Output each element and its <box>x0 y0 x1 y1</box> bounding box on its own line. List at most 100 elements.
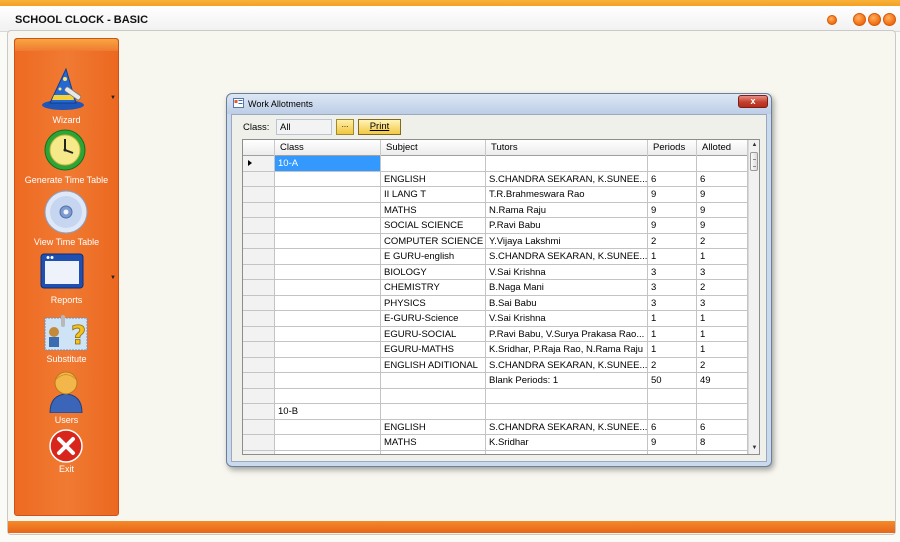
cell-alloted[interactable]: 1 <box>697 342 748 358</box>
table-row[interactable] <box>243 388 748 404</box>
cell-subject[interactable]: PHYSICS <box>381 295 486 311</box>
cell-alloted[interactable]: 9 <box>697 187 748 203</box>
row-header[interactable] <box>243 326 275 342</box>
cell-subject[interactable] <box>381 156 486 172</box>
dialog-title-bar[interactable]: Work Allotments x <box>227 94 771 114</box>
maximize-button[interactable] <box>853 13 866 26</box>
table-row[interactable]: 10-A <box>243 156 748 172</box>
cell-subject[interactable]: COMPUTER SCIENCE <box>381 233 486 249</box>
cell-subject[interactable] <box>381 373 486 389</box>
table-row[interactable]: Blank Periods: 1 50 49 <box>243 373 748 389</box>
table-row[interactable]: BIOLOGY V.Sai Krishna 3 3 <box>243 264 748 280</box>
cell-tutors[interactable] <box>486 156 648 172</box>
print-button[interactable]: Print <box>358 119 401 135</box>
column-header-class[interactable]: Class <box>275 140 381 156</box>
cell-periods[interactable]: 1 <box>648 342 697 358</box>
cell-class[interactable] <box>275 202 381 218</box>
table-row[interactable]: ENGLISH ADITIONAL S.CHANDRA SEKARAN, K.SU… <box>243 357 748 373</box>
browse-class-button[interactable]: ... <box>336 119 354 135</box>
row-header[interactable] <box>243 342 275 358</box>
table-row[interactable]: E-GURU-Science V.Sai Krishna 1 1 <box>243 311 748 327</box>
work-allotments-grid[interactable]: Class Subject Tutors Periods Alloted 10-… <box>242 139 760 455</box>
cell-class[interactable] <box>275 171 381 187</box>
column-header-subject[interactable]: Subject <box>381 140 486 156</box>
cell-alloted[interactable]: 6 <box>697 419 748 435</box>
cell-subject[interactable]: MATHS <box>381 435 486 451</box>
cell-tutors[interactable]: V.Sai Krishna <box>486 311 648 327</box>
table-row[interactable]: E GURU-english S.CHANDRA SEKARAN, K.SUNEE… <box>243 249 748 265</box>
row-header[interactable] <box>243 388 275 404</box>
cell-tutors[interactable] <box>486 450 648 454</box>
cell-alloted[interactable] <box>697 404 748 420</box>
cell-subject[interactable] <box>381 388 486 404</box>
row-header[interactable] <box>243 419 275 435</box>
table-row[interactable]: ENGLISH S.CHANDRA SEKARAN, K.SUNEE... 6 6 <box>243 419 748 435</box>
cell-class[interactable] <box>275 233 381 249</box>
sidebar-item-exit[interactable]: Exit <box>15 429 118 477</box>
cell-subject[interactable]: MATHS <box>381 202 486 218</box>
sidebar-item-substitute[interactable]: ? Substitute <box>15 314 118 366</box>
row-header[interactable] <box>243 450 275 454</box>
cell-tutors[interactable]: T.R.Brahmeswara Rao <box>486 187 648 203</box>
table-row[interactable] <box>243 450 748 454</box>
minimize-button[interactable] <box>827 15 837 25</box>
cell-alloted[interactable]: 9 <box>697 202 748 218</box>
cell-class[interactable] <box>275 264 381 280</box>
cell-alloted[interactable]: 2 <box>697 280 748 296</box>
table-row[interactable]: EGURU-MATHS K.Sridhar, P.Raja Rao, N.Rama… <box>243 342 748 358</box>
sidebar-item-users[interactable]: Users <box>15 369 118 425</box>
row-header[interactable] <box>243 202 275 218</box>
table-row[interactable]: 10-B <box>243 404 748 420</box>
cell-tutors[interactable]: S.CHANDRA SEKARAN, K.SUNEE... <box>486 357 648 373</box>
scrollbar-thumb[interactable] <box>750 152 758 171</box>
cell-subject[interactable]: ENGLISH <box>381 419 486 435</box>
cell-tutors[interactable]: P.Ravi Babu <box>486 218 648 234</box>
row-header[interactable] <box>243 233 275 249</box>
cell-subject[interactable]: ENGLISH <box>381 171 486 187</box>
cell-periods[interactable]: 6 <box>648 419 697 435</box>
cell-class[interactable]: 10-B <box>275 404 381 420</box>
cell-tutors[interactable]: B.Naga Mani <box>486 280 648 296</box>
table-row[interactable]: EGURU-SOCIAL P.Ravi Babu, V.Surya Prakasa… <box>243 326 748 342</box>
sidebar-item-reports[interactable]: ▼ Reports <box>15 251 118 307</box>
scroll-up-arrow-icon[interactable]: ▲ <box>749 140 759 151</box>
cell-periods[interactable]: 9 <box>648 218 697 234</box>
close-app-button[interactable] <box>883 13 896 26</box>
cell-tutors[interactable]: P.Ravi Babu, V.Surya Prakasa Rao... <box>486 326 648 342</box>
table-row[interactable]: MATHS N.Rama Raju 9 9 <box>243 202 748 218</box>
cell-subject[interactable]: BIOLOGY <box>381 264 486 280</box>
cell-periods[interactable] <box>648 450 697 454</box>
cell-tutors[interactable]: V.Sai Krishna <box>486 264 648 280</box>
cell-class[interactable] <box>275 187 381 203</box>
cell-alloted[interactable] <box>697 450 748 454</box>
cell-periods[interactable]: 6 <box>648 171 697 187</box>
cell-alloted[interactable]: 1 <box>697 326 748 342</box>
cell-tutors[interactable]: K.Sridhar <box>486 435 648 451</box>
cell-alloted[interactable]: 1 <box>697 249 748 265</box>
cell-tutors[interactable]: Blank Periods: 1 <box>486 373 648 389</box>
cell-class[interactable] <box>275 357 381 373</box>
cell-alloted[interactable]: 6 <box>697 171 748 187</box>
table-row[interactable]: ENGLISH S.CHANDRA SEKARAN, K.SUNEE... 6 6 <box>243 171 748 187</box>
row-header[interactable] <box>243 187 275 203</box>
table-row[interactable]: CHEMISTRY B.Naga Mani 3 2 <box>243 280 748 296</box>
cell-subject[interactable]: E-GURU-Science <box>381 311 486 327</box>
restore-button[interactable] <box>868 13 881 26</box>
cell-alloted[interactable] <box>697 388 748 404</box>
dialog-close-button[interactable]: x <box>738 95 768 108</box>
row-header[interactable] <box>243 435 275 451</box>
cell-class[interactable] <box>275 342 381 358</box>
table-row[interactable]: II LANG T T.R.Brahmeswara Rao 9 9 <box>243 187 748 203</box>
cell-periods[interactable]: 50 <box>648 373 697 389</box>
cell-subject[interactable]: SOCIAL SCIENCE <box>381 218 486 234</box>
cell-subject[interactable]: CHEMISTRY <box>381 280 486 296</box>
row-header[interactable] <box>243 404 275 420</box>
cell-class[interactable] <box>275 388 381 404</box>
cell-periods[interactable]: 2 <box>648 233 697 249</box>
cell-periods[interactable]: 1 <box>648 311 697 327</box>
cell-alloted[interactable]: 9 <box>697 218 748 234</box>
row-header[interactable] <box>243 373 275 389</box>
cell-alloted[interactable]: 3 <box>697 264 748 280</box>
row-header[interactable] <box>243 357 275 373</box>
sidebar-item-wizard[interactable]: ▼ Wizard <box>15 67 118 125</box>
